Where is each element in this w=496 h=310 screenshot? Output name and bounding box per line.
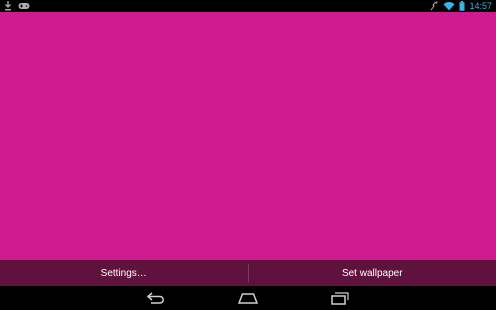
settings-button[interactable]: Settings… [0,260,248,286]
clock: 14:57 [469,1,492,11]
battery-icon [459,1,465,11]
set-wallpaper-label: Set wallpaper [341,267,403,279]
status-bar: 14:57 [0,0,496,12]
recents-button[interactable] [325,288,355,308]
download-icon [4,1,12,11]
system-icons: 14:57 [430,0,492,12]
wallpaper-action-bar: Settings… Set wallpaper [0,260,496,286]
back-icon [146,292,166,304]
settings-label: Settings… [100,267,147,279]
signal-wave-icon [430,1,439,11]
navigation-bar [0,286,496,310]
back-button[interactable] [141,288,171,308]
set-wallpaper-button[interactable]: Set wallpaper [249,260,496,286]
recents-icon [330,291,350,305]
home-button[interactable] [233,288,263,308]
home-icon [237,292,259,304]
gamepad-icon [18,2,30,10]
notification-icons [4,1,30,11]
wallpaper-preview[interactable] [0,12,496,260]
wifi-icon [443,1,455,11]
